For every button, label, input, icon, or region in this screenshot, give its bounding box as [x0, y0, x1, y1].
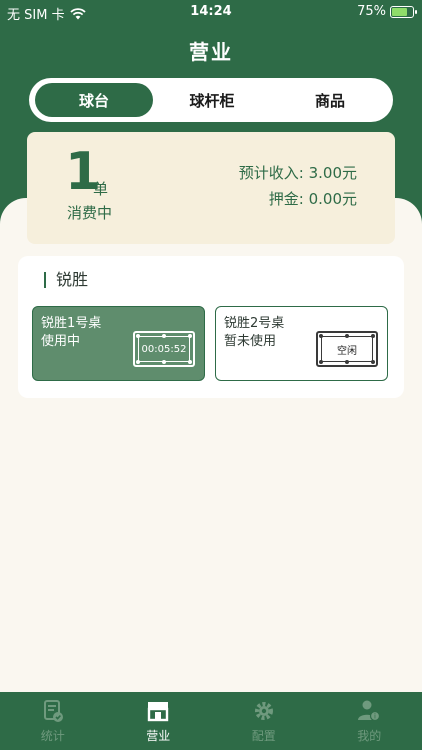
battery-charging-icon: [390, 5, 417, 18]
pool-table-icon: 空闲: [316, 331, 378, 367]
summary-card: 1 单 消费中 预计收入: 3.00元 押金: 0.00元: [27, 132, 395, 244]
nav-item-settings[interactable]: 配置: [211, 692, 317, 750]
store-icon: [148, 702, 169, 722]
bottom-nav: 统计 营业 配置 i 我的: [0, 692, 422, 750]
nav-item-mine[interactable]: i 我的: [317, 692, 422, 750]
pocket-dot: [319, 360, 323, 364]
nav-item-stats[interactable]: 统计: [0, 692, 106, 750]
pocket-dot: [319, 334, 323, 338]
pocket-dot: [136, 360, 140, 364]
user-icon: i: [358, 700, 381, 722]
store-section: 锐胜 锐胜1号桌 使用中 00:05:52 锐胜2号桌 暂未使用 空闲: [18, 256, 404, 398]
table-card-1[interactable]: 锐胜1号桌 使用中 00:05:52: [32, 306, 205, 381]
store-name: 锐胜: [44, 272, 88, 288]
tab-bar: 球台 球杆柜 商品: [29, 78, 393, 122]
pocket-dot: [345, 334, 349, 338]
stats-icon: [43, 700, 63, 722]
deposit-amount: 押金: 0.00元: [268, 190, 357, 208]
pocket-dot: [188, 360, 192, 364]
tab-cue-cabinet[interactable]: 球杆柜: [153, 83, 271, 117]
order-label: 消费中: [67, 204, 113, 222]
status-right: 75%: [357, 4, 417, 19]
order-unit: 单: [93, 180, 109, 198]
nav-item-business[interactable]: 营业: [106, 692, 212, 750]
gear-icon: [254, 702, 273, 720]
table-status: 暂未使用: [224, 334, 277, 349]
table-name: 锐胜1号桌: [41, 316, 102, 331]
battery-level: [392, 7, 407, 16]
nav-label: 配置: [251, 729, 276, 743]
tab-pool-tables[interactable]: 球台: [35, 83, 153, 117]
status-bar: 无 SIM 卡 14:24 75%: [0, 0, 422, 24]
expected-income: 预计收入: 3.00元: [238, 164, 357, 182]
page-title: 营业: [189, 40, 233, 64]
pocket-dot: [345, 360, 349, 364]
idle-badge: 空闲: [337, 345, 357, 357]
pocket-dot: [136, 334, 140, 338]
pocket-dot: [162, 334, 166, 338]
nav-label: 统计: [40, 729, 65, 743]
nav-label: 营业: [146, 729, 171, 743]
elapsed-timer: 00:05:52: [141, 343, 187, 355]
nav-label: 我的: [357, 729, 382, 743]
table-status: 使用中: [41, 334, 81, 349]
table-card-2[interactable]: 锐胜2号桌 暂未使用 空闲: [215, 306, 388, 381]
svg-text:i: i: [374, 713, 376, 721]
pool-table-icon: 00:05:52: [133, 331, 195, 367]
battery-percent: 75%: [357, 4, 386, 19]
table-name: 锐胜2号桌: [224, 316, 285, 331]
pocket-dot: [371, 334, 375, 338]
pocket-dot: [188, 334, 192, 338]
pocket-dot: [162, 360, 166, 364]
pocket-dot: [371, 360, 375, 364]
tab-products[interactable]: 商品: [271, 83, 389, 117]
